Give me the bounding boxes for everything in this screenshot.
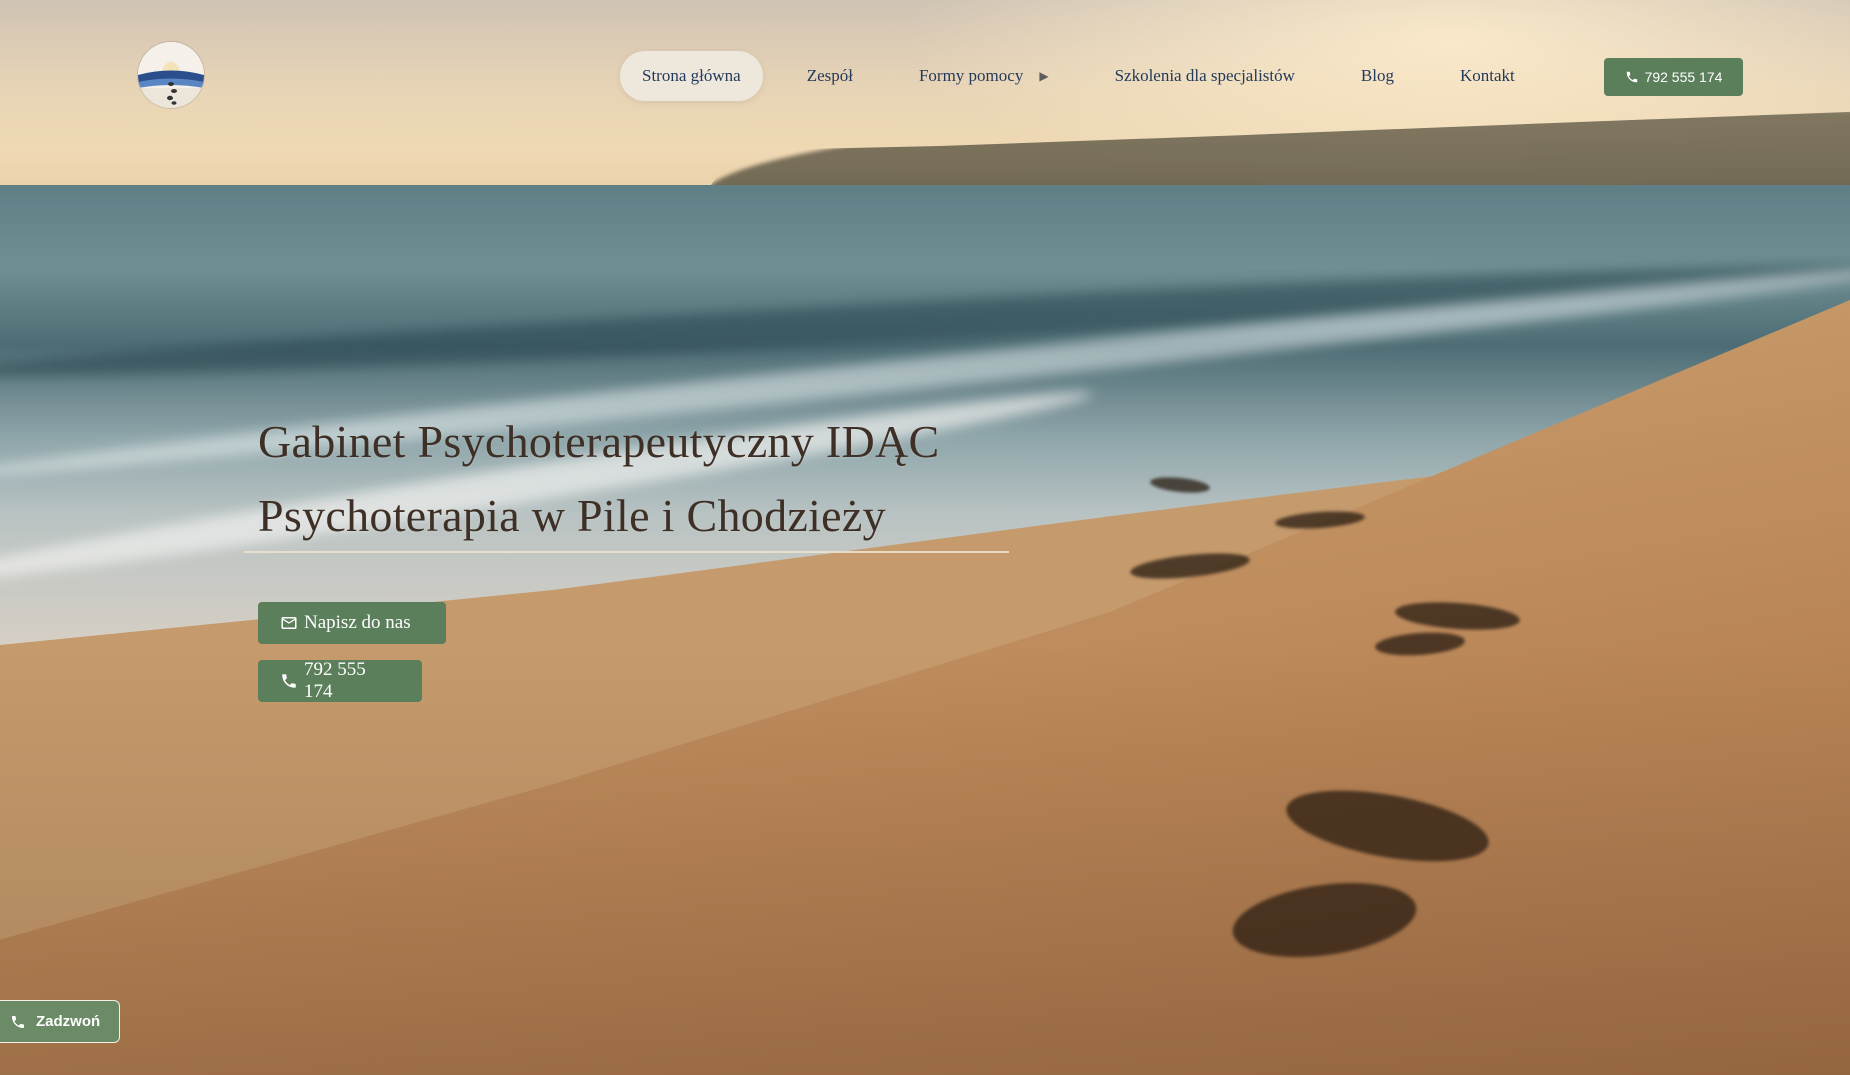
hero-title: Gabinet Psychoterapeutyczny IDĄC Psychot… [258,405,940,553]
hero-divider [244,551,1009,553]
nav-item-szkolenia[interactable]: Szkolenia dla specjalistów [1093,51,1317,101]
caret-right-icon: ▶ [1039,69,1049,83]
floating-call-label: Zadzwoń [36,1013,101,1030]
nav-item-formy-pomocy[interactable]: Formy pomocy ▶ [897,51,1071,101]
nav-item-formy-pomocy-label: Formy pomocy [918,66,1024,85]
nav-item-blog[interactable]: Blog [1339,51,1416,101]
write-to-us-label: Napisz do nas [304,612,411,633]
hero-phone-label: 792 555 174 [304,659,366,702]
site-header: Strona główna Zespół Formy pomocy ▶ Szkol… [0,0,1850,150]
nav-item-kontakt[interactable]: Kontakt [1438,51,1537,101]
logo[interactable] [138,42,204,108]
phone-icon [1625,70,1639,84]
header-phone-label: 792 555 174 [1644,69,1723,85]
write-to-us-button[interactable]: Napisz do nas [258,602,446,644]
main-nav: Strona główna Zespół Formy pomocy ▶ Szkol… [620,51,1537,101]
phone-icon [280,672,298,690]
nav-item-strona-glowna[interactable]: Strona główna [620,51,763,101]
phone-icon [10,1014,26,1030]
logo-icon [138,42,204,108]
hero-title-line-2: Psychoterapia w Pile i Chodzieży [258,490,886,541]
header-phone-button[interactable]: 792 555 174 [1604,58,1743,96]
floating-call-button[interactable]: Zadzwoń [0,1000,120,1043]
nav-item-zespol[interactable]: Zespół [785,51,875,101]
envelope-icon [280,614,298,632]
hero-title-line-1: Gabinet Psychoterapeutyczny IDĄC [258,416,940,467]
hero-phone-button[interactable]: 792 555 174 [258,659,422,702]
